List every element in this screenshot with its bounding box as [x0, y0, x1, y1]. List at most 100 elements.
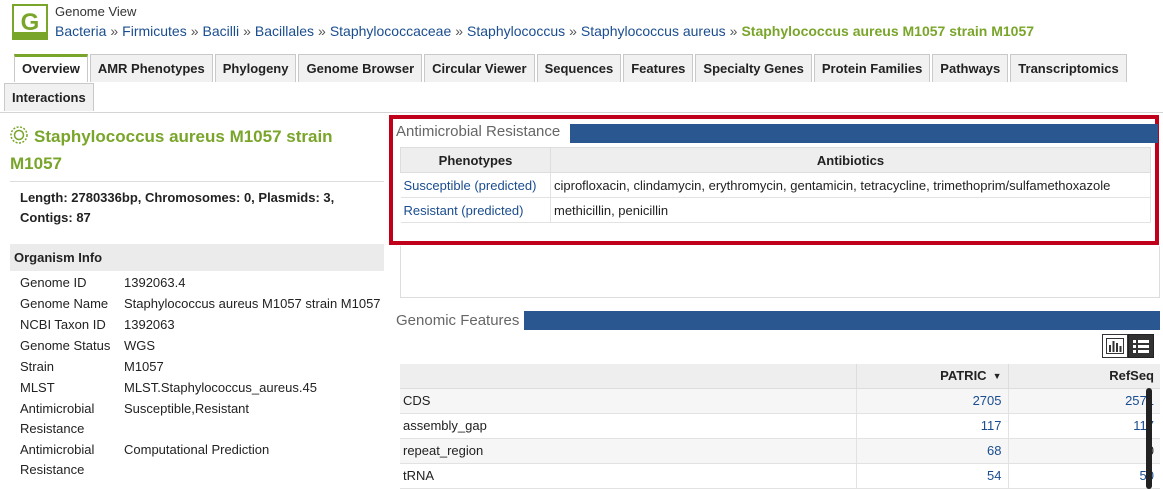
amr-row: Resistant (predicted) methicillin, penici… — [400, 197, 1151, 223]
gf-header-patric-label: PATRIC — [940, 368, 987, 384]
tab-features[interactable]: Features — [623, 54, 694, 82]
chart-view-button[interactable] — [1102, 334, 1128, 358]
info-value: Computational Prediction — [124, 442, 270, 457]
feature-type: assembly_gap — [400, 413, 856, 439]
genome-summary: Length: 2780336bp, Chromosomes: 0, Plasm… — [20, 190, 335, 225]
organism-info-table: Genome ID 1392063.4 Genome Name Staphylococ… — [20, 273, 390, 481]
info-key: NCBI Taxon ID — [20, 317, 106, 332]
amr-section-bar — [570, 124, 1158, 143]
feature-patric-count: 68 — [855, 438, 1008, 464]
tab-phylogeny[interactable]: Phylogeny — [214, 54, 297, 82]
feature-row: repeat_region 68 0 — [400, 438, 1160, 464]
breadcrumb-separator: » — [569, 23, 577, 39]
breadcrumb-link[interactable]: Bacilli — [203, 23, 240, 39]
breadcrumb-current: Staphylococcus aureus M1057 strain M1057 — [741, 23, 1035, 39]
genome-logo-icon: G — [12, 4, 48, 40]
svg-text:G: G — [21, 9, 40, 36]
info-value: 1392063.4 — [124, 275, 186, 290]
breadcrumb-link[interactable]: Staphylococcus aureus — [581, 23, 726, 39]
feature-count-link[interactable]: 117 — [981, 418, 1002, 433]
chart-view-icon — [1106, 338, 1124, 354]
breadcrumb-separator: » — [190, 23, 199, 39]
feature-refseq-count: 50 — [1007, 463, 1160, 489]
info-row: NCBI Taxon ID 1392063 — [20, 315, 390, 336]
gf-header-patric[interactable]: PATRIC ▼ — [855, 364, 1008, 389]
info-key: Antimicrobial Resistance — [20, 442, 95, 477]
genomic-features-table: PATRIC ▼ RefSeq CDS 2705 2571 assembly_gap 11… — [400, 364, 1160, 489]
info-value: Susceptible,Resistant — [124, 401, 250, 416]
view-toggle — [1102, 334, 1154, 358]
divider — [10, 181, 384, 182]
feature-row: assembly_gap 117 117 — [400, 413, 1160, 439]
tab-protein-families[interactable]: Protein Families — [813, 54, 931, 82]
feature-refseq-count: 117 — [1007, 413, 1160, 439]
amr-phenotype-cell: Resistant (predicted) — [400, 197, 551, 223]
genomic-features-bar — [524, 311, 1160, 330]
amr-row: Susceptible (predicted) ciprofloxacin, cl… — [400, 172, 1151, 198]
tab-sequences[interactable]: Sequences — [536, 54, 622, 82]
amr-panel-body — [400, 246, 1160, 298]
info-key: Genome ID — [20, 275, 87, 290]
breadcrumb-separator: » — [110, 23, 119, 39]
sort-desc-icon[interactable]: ▼ — [993, 371, 1002, 381]
tab-genome-browser[interactable]: Genome Browser — [298, 54, 423, 82]
feature-count-link[interactable]: 54 — [987, 468, 1001, 483]
breadcrumb-separator: » — [455, 23, 464, 39]
gf-header-name — [400, 364, 856, 389]
amr-antibiotics-cell: ciprofloxacin, clindamycin, erythromycin… — [550, 172, 1151, 198]
overview-main: Antimicrobial Resistance Phenotypes Anti… — [389, 113, 1163, 489]
feature-count-link[interactable]: 68 — [987, 443, 1001, 458]
gf-header-refseq[interactable]: RefSeq — [1007, 364, 1160, 389]
tab-pathways[interactable]: Pathways — [932, 54, 1009, 82]
info-row: MLST MLST.Staphylococcus_aureus.45 — [20, 378, 390, 399]
phenotype-link[interactable]: Susceptible (predicted) — [404, 178, 537, 193]
breadcrumb-link[interactable]: Staphylococcaceae — [330, 23, 451, 39]
amr-header-antibiotics: Antibiotics — [550, 147, 1151, 173]
feature-row: tRNA 54 50 — [400, 463, 1160, 489]
info-key: Genome Status — [20, 338, 111, 353]
feature-row: CDS 2705 2571 — [400, 388, 1160, 414]
feature-type: tRNA — [400, 463, 856, 489]
feature-patric-count: 117 — [855, 413, 1008, 439]
genomic-features-title: Genomic Features — [396, 312, 520, 329]
info-key: Antimicrobial Resistance — [20, 401, 95, 436]
info-row: Genome Status WGS — [20, 336, 390, 357]
tab-overview[interactable]: Overview — [14, 54, 88, 82]
breadcrumb-link[interactable]: Bacteria — [55, 23, 106, 39]
amr-table: Phenotypes Antibiotics Susceptible (pred… — [400, 147, 1151, 223]
feature-patric-count: 2705 — [855, 388, 1008, 414]
phenotype-link[interactable]: Resistant (predicted) — [404, 203, 524, 218]
amr-phenotype-cell: Susceptible (predicted) — [400, 172, 551, 198]
info-value: MLST.Staphylococcus_aureus.45 — [124, 380, 317, 395]
feature-type: CDS — [400, 388, 856, 414]
feature-patric-count: 54 — [855, 463, 1008, 489]
info-value: Staphylococcus aureus M1057 strain M1057 — [124, 296, 381, 311]
info-row: Genome ID 1392063.4 — [20, 273, 390, 294]
taxon-id-link[interactable]: 1392063 — [124, 315, 390, 336]
feature-type: repeat_region — [400, 438, 856, 464]
breadcrumb-link[interactable]: Bacillales — [255, 23, 314, 39]
amr-header-phenotypes: Phenotypes — [400, 147, 551, 173]
tab-interactions[interactable]: Interactions — [4, 83, 94, 111]
tab-circular-viewer[interactable]: Circular Viewer — [424, 54, 535, 82]
info-value: WGS — [124, 338, 156, 353]
feature-count-link[interactable]: 2705 — [973, 393, 1002, 408]
breadcrumb-separator: » — [243, 23, 251, 39]
tab-amr-phenotypes[interactable]: AMR Phenotypes — [89, 54, 213, 82]
info-row: Antimicrobial Resistance Susceptible,Resi… — [20, 399, 390, 440]
tab-specialty-genes[interactable]: Specialty Genes — [695, 54, 812, 82]
info-row: Strain M1057 — [20, 357, 390, 378]
breadcrumb-separator: » — [729, 23, 738, 39]
info-row: Antimicrobial Resistance Computational Pr… — [20, 440, 390, 481]
breadcrumb-link[interactable]: Staphylococcus — [467, 23, 565, 39]
amr-antibiotics-cell: methicillin, penicillin — [550, 197, 1151, 223]
feature-refseq-count: 0 — [1007, 438, 1160, 464]
table-view-button[interactable] — [1128, 334, 1154, 358]
breadcrumb-link[interactable]: Firmicutes — [122, 23, 187, 39]
tab-transcriptomics[interactable]: Transcriptomics — [1010, 54, 1127, 82]
info-key: MLST — [20, 380, 55, 395]
breadcrumb: Bacteria» Firmicutes» Bacilli» Bacillales» S… — [55, 23, 1034, 39]
tab-bar-overflow: Interactions — [4, 83, 96, 112]
info-key: Genome Name — [20, 296, 109, 311]
scrollbar[interactable] — [1146, 388, 1152, 489]
